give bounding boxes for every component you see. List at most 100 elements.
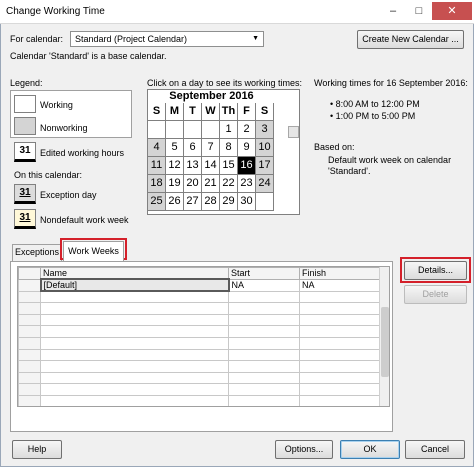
calendar-select[interactable]: Standard (Project Calendar) ▼ (70, 31, 264, 47)
grid-cell[interactable] (228, 313, 300, 327)
table-row[interactable] (18, 371, 380, 385)
grid-cell[interactable] (228, 290, 300, 304)
tab-exceptions[interactable]: Exceptions (12, 244, 62, 261)
calendar-day[interactable]: 27 (184, 193, 202, 211)
table-row[interactable] (18, 383, 380, 396)
table-row[interactable] (18, 313, 380, 327)
grid-cell[interactable] (40, 348, 229, 362)
table-row[interactable] (18, 336, 380, 350)
row-header[interactable] (18, 371, 41, 385)
grid-cell[interactable] (299, 348, 380, 362)
grid-cell-name[interactable]: [Default] (39, 278, 230, 293)
cancel-button[interactable]: Cancel (405, 440, 465, 459)
row-header[interactable] (18, 383, 41, 396)
grid-cell[interactable] (40, 325, 229, 338)
calendar-day[interactable]: 11 (148, 157, 166, 175)
grid-cell-finish[interactable]: NA (299, 278, 380, 292)
calendar-day[interactable]: 22 (220, 175, 238, 193)
calendar-day[interactable]: 28 (202, 193, 220, 211)
grid-cell[interactable] (299, 302, 380, 315)
grid-cell[interactable] (228, 336, 300, 350)
calendar-day[interactable]: 14 (202, 157, 220, 175)
table-row[interactable] (18, 302, 380, 315)
minimize-button[interactable]: – (380, 2, 406, 20)
grid-cell[interactable] (299, 325, 380, 338)
calendar-day[interactable]: 4 (148, 139, 166, 157)
grid-cell[interactable] (40, 290, 229, 304)
grid-cell[interactable] (40, 313, 229, 327)
calendar-day[interactable]: 8 (220, 139, 238, 157)
tab-work-weeks[interactable]: Work Weeks (63, 241, 124, 262)
close-button[interactable]: ✕ (432, 2, 472, 20)
calendar-day[interactable]: 2 (238, 121, 256, 139)
calendar-day[interactable]: 1 (220, 121, 238, 139)
row-header[interactable] (18, 360, 41, 373)
table-row[interactable] (18, 348, 380, 362)
row-header[interactable] (18, 394, 41, 406)
delete-button[interactable]: Delete (404, 285, 467, 304)
row-header[interactable] (18, 290, 41, 304)
calendar-day[interactable]: 20 (184, 175, 202, 193)
grid-cell[interactable] (228, 360, 300, 373)
calendar-scroll-thumb[interactable] (288, 126, 299, 138)
grid-cell[interactable] (299, 290, 380, 304)
grid-cell[interactable] (40, 383, 229, 396)
calendar-day[interactable]: 3 (256, 121, 274, 139)
calendar-day[interactable]: 18 (148, 175, 166, 193)
calendar-day[interactable]: 16 (238, 157, 256, 175)
table-row[interactable]: [Default] NA NA (18, 278, 380, 293)
grid-scroll-thumb[interactable] (381, 307, 389, 377)
calendar-day[interactable]: 6 (184, 139, 202, 157)
calendar-day[interactable]: 15 (220, 157, 238, 175)
maximize-button[interactable]: □ (406, 2, 432, 20)
calendar-day[interactable]: 9 (238, 139, 256, 157)
row-header[interactable] (18, 302, 41, 315)
row-header[interactable] (18, 313, 41, 327)
table-row[interactable] (18, 394, 380, 406)
table-row[interactable] (18, 360, 380, 373)
details-button[interactable]: Details... (404, 261, 467, 280)
grid-cell[interactable] (40, 371, 229, 385)
options-button[interactable]: Options... (275, 440, 333, 459)
calendar-day[interactable]: 5 (166, 139, 184, 157)
grid-cell[interactable] (299, 383, 380, 396)
grid-cell[interactable] (40, 394, 229, 406)
row-header[interactable] (18, 336, 41, 350)
help-button[interactable]: Help (12, 440, 62, 459)
calendar-day[interactable]: 29 (220, 193, 238, 211)
grid-cell[interactable] (228, 383, 300, 396)
create-new-calendar-button[interactable]: Create New Calendar ... (357, 30, 464, 49)
calendar-day[interactable]: 19 (166, 175, 184, 193)
grid-cell[interactable] (228, 394, 300, 406)
calendar-day[interactable]: 13 (184, 157, 202, 175)
row-header[interactable] (18, 348, 41, 362)
grid-cell[interactable] (228, 302, 300, 315)
calendar-day[interactable]: 30 (238, 193, 256, 211)
grid-cell[interactable] (299, 336, 380, 350)
table-row[interactable] (18, 290, 380, 304)
ok-button[interactable]: OK (340, 440, 400, 459)
grid-cell[interactable] (228, 348, 300, 362)
grid-cell[interactable] (299, 313, 380, 327)
row-header[interactable] (18, 278, 41, 292)
grid-cell[interactable] (299, 394, 380, 406)
calendar-day[interactable]: 12 (166, 157, 184, 175)
calendar-day[interactable]: 21 (202, 175, 220, 193)
calendar-day[interactable]: 23 (238, 175, 256, 193)
calendar-day[interactable]: 10 (256, 139, 274, 157)
grid-cell-start[interactable]: NA (228, 278, 300, 292)
grid-vertical-scrollbar[interactable] (379, 267, 389, 406)
grid-cell[interactable] (40, 360, 229, 373)
calendar-day[interactable]: 24 (256, 175, 274, 193)
row-header[interactable] (18, 325, 41, 338)
grid-cell[interactable] (228, 371, 300, 385)
calendar-day[interactable]: 17 (256, 157, 274, 175)
grid-cell[interactable] (299, 360, 380, 373)
calendar-day[interactable]: 26 (166, 193, 184, 211)
grid-cell[interactable] (228, 325, 300, 338)
grid-cell[interactable] (40, 336, 229, 350)
grid-cell[interactable] (40, 302, 229, 315)
grid-cell[interactable] (299, 371, 380, 385)
calendar-day[interactable]: 7 (202, 139, 220, 157)
calendar-day[interactable]: 25 (148, 193, 166, 211)
